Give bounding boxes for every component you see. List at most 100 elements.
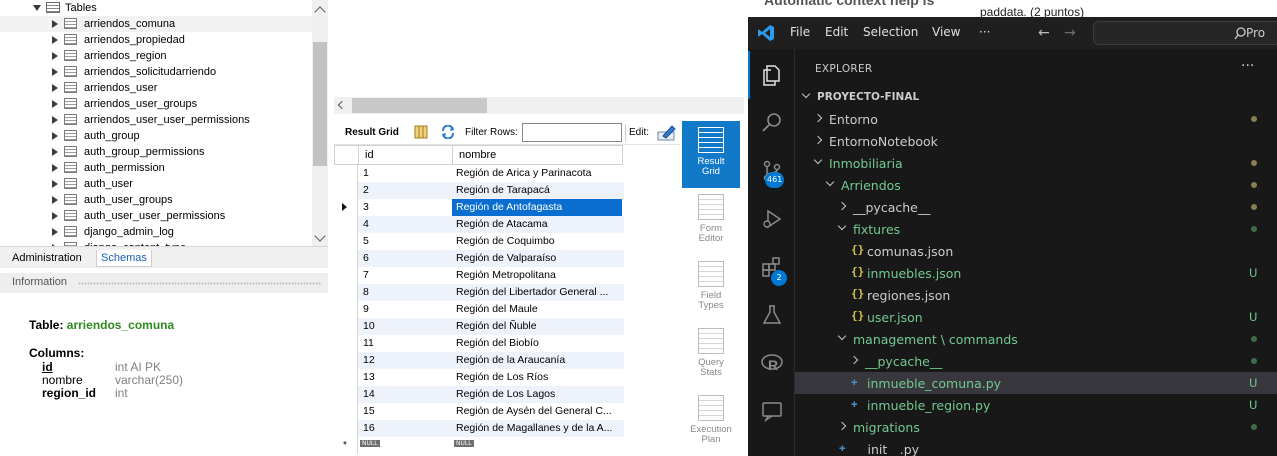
folder-item[interactable]: management \ commands	[795, 328, 1277, 350]
result-grid[interactable]: id nombre 1 Región de Arica y Parinacota 2…	[334, 145, 624, 456]
row-marker[interactable]	[334, 318, 358, 335]
folder-item[interactable]: Inmobiliaria	[795, 152, 1277, 174]
explorer-more-icon[interactable]: ···	[1241, 58, 1254, 74]
tables-node[interactable]: Tables	[0, 0, 312, 16]
expand-icon[interactable]	[52, 116, 58, 124]
table-row[interactable]: 6 Región de Valparaíso	[334, 250, 624, 267]
column-header-nombre[interactable]: nombre	[452, 145, 623, 165]
expand-icon[interactable]	[52, 52, 58, 60]
cell-nombre[interactable]: Región de Arica y Parinacota	[452, 165, 622, 182]
table-node[interactable]: arriendos_propiedad	[0, 32, 312, 48]
cell-id[interactable]: 11	[363, 337, 374, 349]
cell-id[interactable]: 6	[363, 252, 369, 264]
r-activity[interactable]: R	[748, 339, 795, 387]
new-row[interactable]: * NULL NULL	[334, 437, 624, 454]
row-marker[interactable]	[334, 182, 358, 199]
scroll-up-icon[interactable]	[314, 6, 326, 18]
cell-nombre[interactable]: Región de Coquimbo	[452, 233, 622, 250]
file-item[interactable]: {} inmuebles.json U	[795, 262, 1277, 284]
expand-icon[interactable]	[52, 148, 58, 156]
folder-item[interactable]: migrations	[795, 416, 1277, 438]
cell-id[interactable]: 10	[363, 320, 375, 332]
table-node[interactable]: arriendos_user	[0, 80, 312, 96]
menu-file[interactable]: File	[790, 25, 810, 39]
cell-nombre[interactable]: Región de Los Ríos	[452, 369, 622, 386]
table-node[interactable]: auth_user_user_permissions	[0, 208, 312, 224]
table-node[interactable]: auth_group	[0, 128, 312, 144]
menu-view[interactable]: View	[932, 25, 960, 39]
row-marker[interactable]	[334, 352, 358, 369]
edit-pencil-icon[interactable]	[657, 124, 677, 141]
cell-nombre[interactable]: Región de Tarapacá	[452, 182, 622, 199]
cell-nombre[interactable]: Región del Biobío	[452, 335, 622, 352]
chevron-down-icon[interactable]	[825, 177, 835, 187]
file-item[interactable]: ✚ inmueble_region.py U	[795, 394, 1277, 416]
cell-nombre[interactable]: Región de Antofagasta	[452, 199, 622, 216]
back-arrow-icon[interactable]: ←	[1038, 25, 1050, 41]
cell-nombre[interactable]: Región Metropolitana	[452, 267, 622, 284]
table-row[interactable]: 12 Región de la Araucanía	[334, 352, 624, 369]
table-row[interactable]: 7 Región Metropolitana	[334, 267, 624, 284]
row-marker[interactable]	[334, 199, 358, 216]
command-center-search[interactable]: Pro	[1093, 21, 1277, 45]
expand-icon[interactable]	[52, 228, 58, 236]
table-row[interactable]: 14 Región de Los Lagos	[334, 386, 624, 403]
source-control-activity[interactable]: 461	[748, 147, 795, 195]
cell-id[interactable]: 4	[363, 218, 369, 230]
cell-id[interactable]: 8	[363, 286, 369, 298]
chevron-down-icon[interactable]	[813, 155, 823, 165]
table-node[interactable]: arriendos_solicitudarriendo	[0, 64, 312, 80]
result-grid-button[interactable]: Result Grid	[682, 121, 740, 188]
form-editor-button[interactable]: Form Editor	[682, 188, 740, 255]
table-row[interactable]: 4 Región de Atacama	[334, 216, 624, 233]
table-row[interactable]: 15 Región de Aysén del General C...	[334, 403, 624, 420]
hscroll-thumb[interactable]	[352, 98, 487, 113]
menu-more[interactable]: ···	[979, 25, 990, 39]
table-row[interactable]: 9 Región del Maule	[334, 301, 624, 318]
chevron-right-icon[interactable]	[813, 113, 823, 123]
chevron-down-icon[interactable]	[837, 221, 847, 231]
extensions-activity[interactable]: 2	[748, 243, 795, 291]
folder-item[interactable]: Entorno	[795, 108, 1277, 130]
chevron-right-icon[interactable]	[837, 201, 847, 211]
chevron-right-icon[interactable]	[813, 135, 823, 145]
table-row[interactable]: 8 Región del Libertador General ...	[334, 284, 624, 301]
expand-icon[interactable]	[52, 212, 58, 220]
file-item[interactable]: {} comunas.json	[795, 240, 1277, 262]
table-node[interactable]: auth_group_permissions	[0, 144, 312, 160]
table-row[interactable]: 13 Región de Los Ríos	[334, 369, 624, 386]
cell-nombre[interactable]: Región del Libertador General ...	[452, 284, 622, 301]
cell-nombre[interactable]: Región de Los Lagos	[452, 386, 622, 403]
row-marker[interactable]	[334, 267, 358, 284]
menu-selection[interactable]: Selection	[863, 25, 918, 39]
row-marker[interactable]	[334, 216, 358, 233]
cell-id[interactable]: 13	[363, 371, 375, 383]
expand-icon[interactable]	[52, 68, 58, 76]
expand-icon[interactable]	[52, 180, 58, 188]
scroll-left-icon[interactable]	[337, 100, 347, 110]
file-item[interactable]: {} regiones.json	[795, 284, 1277, 306]
cell-nombre[interactable]: Región de la Araucanía	[452, 352, 622, 369]
table-node[interactable]: auth_permission	[0, 160, 312, 176]
execution-plan-button[interactable]: Execution Plan	[682, 389, 740, 456]
cell-id[interactable]: 3	[363, 201, 369, 213]
expand-icon[interactable]	[52, 20, 58, 28]
query-stats-button[interactable]: Query Stats	[682, 322, 740, 389]
expand-icon[interactable]	[52, 84, 58, 92]
tree-scrollbar[interactable]	[312, 0, 328, 246]
cell-nombre[interactable]: Región de Magallanes y de la A...	[452, 420, 622, 437]
expand-icon[interactable]	[52, 100, 58, 108]
folder-item[interactable]: EntornoNotebook	[795, 130, 1277, 152]
cell-id[interactable]: 7	[363, 269, 369, 281]
table-node[interactable]: auth_user_groups	[0, 192, 312, 208]
search-activity[interactable]	[748, 99, 795, 147]
table-row[interactable]: 5 Región de Coquimbo	[334, 233, 624, 250]
expand-icon[interactable]	[52, 36, 58, 44]
table-row[interactable]: 11 Región del Biobío	[334, 335, 624, 352]
table-row[interactable]: 16 Región de Magallanes y de la A...	[334, 420, 624, 437]
table-node[interactable]: django_admin_log	[0, 224, 312, 240]
refresh-icon[interactable]	[440, 125, 456, 139]
row-marker[interactable]	[334, 403, 358, 420]
row-marker[interactable]	[334, 420, 358, 437]
grid-layout-icon[interactable]	[414, 125, 428, 139]
